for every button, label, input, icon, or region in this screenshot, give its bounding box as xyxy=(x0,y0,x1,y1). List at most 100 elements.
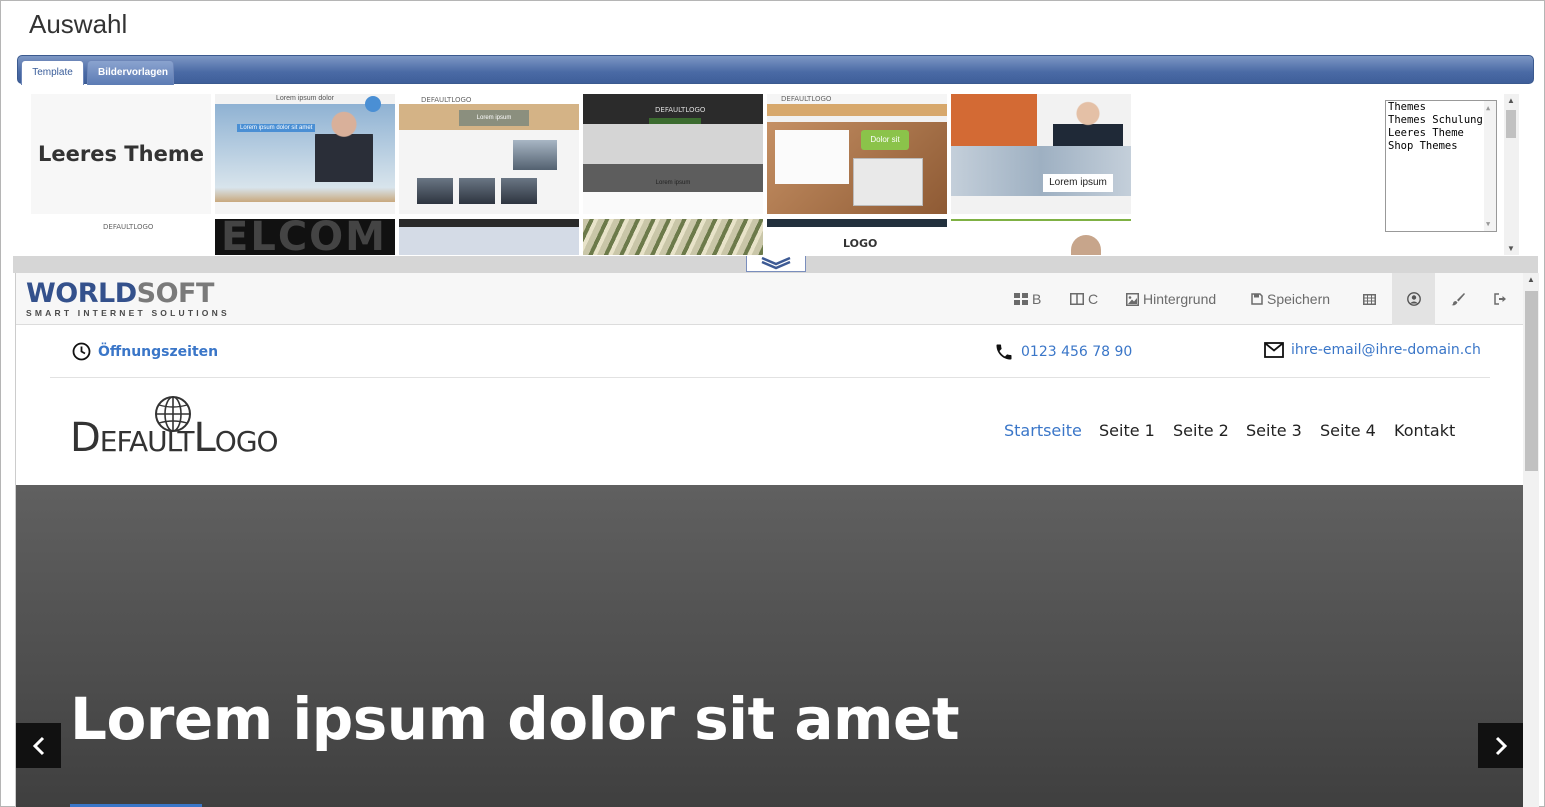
phone-number: 0123 456 78 90 xyxy=(1021,344,1133,360)
brush-icon xyxy=(1451,293,1465,306)
scroll-up-icon[interactable]: ▲ xyxy=(1527,275,1535,284)
logout-button[interactable] xyxy=(1494,273,1507,325)
site-info-bar: Öffnungszeiten 0123 456 78 90 ihre-email… xyxy=(50,325,1490,378)
thumb-text: Dolor sit xyxy=(870,135,900,144)
thumb-image xyxy=(853,158,923,206)
thumb-logo-badge xyxy=(365,96,381,112)
template-thumb-finance[interactable] xyxy=(951,219,1131,255)
layout-b-button[interactable]: B xyxy=(1014,273,1041,325)
thumb-image xyxy=(513,140,557,170)
splitter-handle[interactable] xyxy=(746,256,806,272)
toolbar-label: Hintergrund xyxy=(1143,291,1217,307)
image-icon xyxy=(1126,292,1139,306)
brand-tagline: SMART INTERNET SOLUTIONS xyxy=(26,308,230,318)
hero-title: Lorem ipsum dolor sit amet xyxy=(70,685,960,753)
nav-kontakt[interactable]: Kontakt xyxy=(1394,421,1455,440)
page-title: Auswahl xyxy=(29,9,128,39)
thumb-image xyxy=(459,178,495,204)
preview-scrollbar[interactable]: ▲ xyxy=(1523,273,1539,807)
thumb-image xyxy=(775,130,849,184)
slider-next-button[interactable] xyxy=(1478,723,1523,768)
listbox-scrollbar[interactable]: ▲ ▼ xyxy=(1484,101,1496,231)
mail-icon xyxy=(1264,342,1284,358)
empty-theme-label: Leeres Theme xyxy=(38,142,204,166)
editor-toolbar: WORLDSOFT SMART INTERNET SOLUTIONS B C H… xyxy=(16,273,1525,325)
site-preview-frame: WORLDSOFT SMART INTERNET SOLUTIONS B C H… xyxy=(15,273,1539,807)
template-thumb-blue[interactable] xyxy=(399,219,579,255)
email-address: ihre-email@ihre-domain.ch xyxy=(1291,342,1481,358)
thumb-text: ELCOM xyxy=(221,219,387,255)
tab-bildervorlagen[interactable]: Bildervorlagen xyxy=(87,60,174,85)
thumb-image xyxy=(417,178,453,204)
worldsoft-logo: WORLDSOFT SMART INTERNET SOLUTIONS xyxy=(26,280,230,319)
tab-bar: Template Bildervorlagen xyxy=(17,55,1534,85)
user-button[interactable] xyxy=(1392,273,1435,325)
listbox-item[interactable]: Themes Schulung xyxy=(1386,114,1496,127)
double-chevron-down-icon xyxy=(761,256,791,270)
thumb-text: Lorem ipsum xyxy=(476,115,512,121)
template-thumb-desk[interactable]: DEFAULTLOGO Dolor sit xyxy=(767,94,947,214)
background-button[interactable]: Hintergrund xyxy=(1126,273,1216,325)
brand-main: WORLD xyxy=(26,278,137,309)
template-thumb-logo[interactable]: LOGO xyxy=(767,219,947,255)
template-thumb-empty[interactable]: Leeres Theme xyxy=(31,94,211,214)
template-thumb-bridge[interactable]: DEFAULTLOGO Lorem ipsum xyxy=(399,94,579,214)
phone-icon xyxy=(996,344,1012,360)
listbox-item[interactable]: Leeres Theme xyxy=(1386,127,1496,140)
grid-icon xyxy=(1014,293,1028,305)
nav-startseite[interactable]: Startseite xyxy=(1004,421,1082,440)
thumb-nav-bar xyxy=(649,118,701,124)
layout-c-button[interactable]: C xyxy=(1070,273,1098,325)
thumb-banner: Lorem ipsum xyxy=(459,110,529,126)
gallery-scrollbar[interactable]: ▲ ▼ xyxy=(1504,94,1519,255)
theme-category-listbox[interactable]: Themes Themes Schulung Leeres Theme Shop… xyxy=(1385,100,1497,232)
thumb-image xyxy=(501,178,537,204)
nav-seite-2[interactable]: Seite 2 xyxy=(1173,421,1229,440)
slider-prev-button[interactable] xyxy=(16,723,61,768)
thumb-logo: DEFAULTLOGO xyxy=(781,95,832,103)
template-thumb-office[interactable]: Lorem ipsum xyxy=(951,94,1131,214)
tab-template[interactable]: Template xyxy=(21,60,84,85)
scroll-down-icon[interactable]: ▼ xyxy=(1507,244,1515,253)
table-button[interactable] xyxy=(1363,273,1376,325)
scrollbar-thumb[interactable] xyxy=(1506,110,1516,138)
nav-seite-1[interactable]: Seite 1 xyxy=(1099,421,1155,440)
listbox-item[interactable]: Shop Themes xyxy=(1386,140,1496,153)
scroll-up-icon[interactable]: ▲ xyxy=(1507,96,1515,105)
template-thumb-city[interactable]: DEFAULTLOGO Lorem ipsum xyxy=(583,94,763,214)
template-thumb-stripes[interactable] xyxy=(583,219,763,255)
toolbar-label: C xyxy=(1088,291,1099,307)
thumb-text: Lorem ipsum xyxy=(1043,174,1113,192)
site-logo[interactable]: DefaultLogo xyxy=(70,393,330,463)
thumb-text: Lorem ipsum xyxy=(655,180,691,186)
phone-link[interactable]: 0123 456 78 90 xyxy=(994,342,1132,362)
save-icon xyxy=(1251,293,1263,305)
table-icon xyxy=(1363,293,1376,305)
template-thumb-welcome[interactable]: ELCOM xyxy=(215,219,395,255)
design-button[interactable] xyxy=(1451,273,1465,325)
thumb-logo: DEFAULTLOGO xyxy=(103,223,154,231)
scroll-down-icon[interactable]: ▼ xyxy=(1486,220,1490,228)
listbox-item[interactable]: Themes xyxy=(1386,101,1496,114)
save-button[interactable]: Speichern xyxy=(1251,273,1330,325)
thumb-text: Lorem ipsum dolor sit amet xyxy=(237,124,316,132)
site-logo-text: DefaultLogo xyxy=(70,415,279,461)
template-thumb-default[interactable]: DEFAULTLOGO xyxy=(31,219,211,255)
email-link[interactable]: ihre-email@ihre-domain.ch xyxy=(1264,342,1481,358)
thumb-logo: DEFAULTLOGO xyxy=(655,106,706,114)
chevron-left-icon xyxy=(32,736,44,755)
opening-hours-label: Öffnungszeiten xyxy=(98,343,219,360)
scroll-up-icon[interactable]: ▲ xyxy=(1486,104,1490,112)
template-gallery: Leeres Theme Lorem ipsum dolor Lorem ips… xyxy=(31,94,1135,255)
brand-wordmark: WORLDSOFT xyxy=(26,280,230,308)
thumb-text: LOGO xyxy=(843,237,878,250)
toolbar-label: Speichern xyxy=(1267,291,1331,307)
thumb-person-image xyxy=(1071,235,1101,255)
nav-seite-4[interactable]: Seite 4 xyxy=(1320,421,1376,440)
scrollbar-thumb[interactable] xyxy=(1525,291,1538,471)
template-thumb-business-man[interactable]: Lorem ipsum dolor Lorem ipsum dolor sit … xyxy=(215,94,395,214)
thumb-person-image xyxy=(315,108,373,182)
clock-icon xyxy=(72,342,91,361)
opening-hours-link[interactable]: Öffnungszeiten xyxy=(72,342,218,361)
nav-seite-3[interactable]: Seite 3 xyxy=(1246,421,1302,440)
